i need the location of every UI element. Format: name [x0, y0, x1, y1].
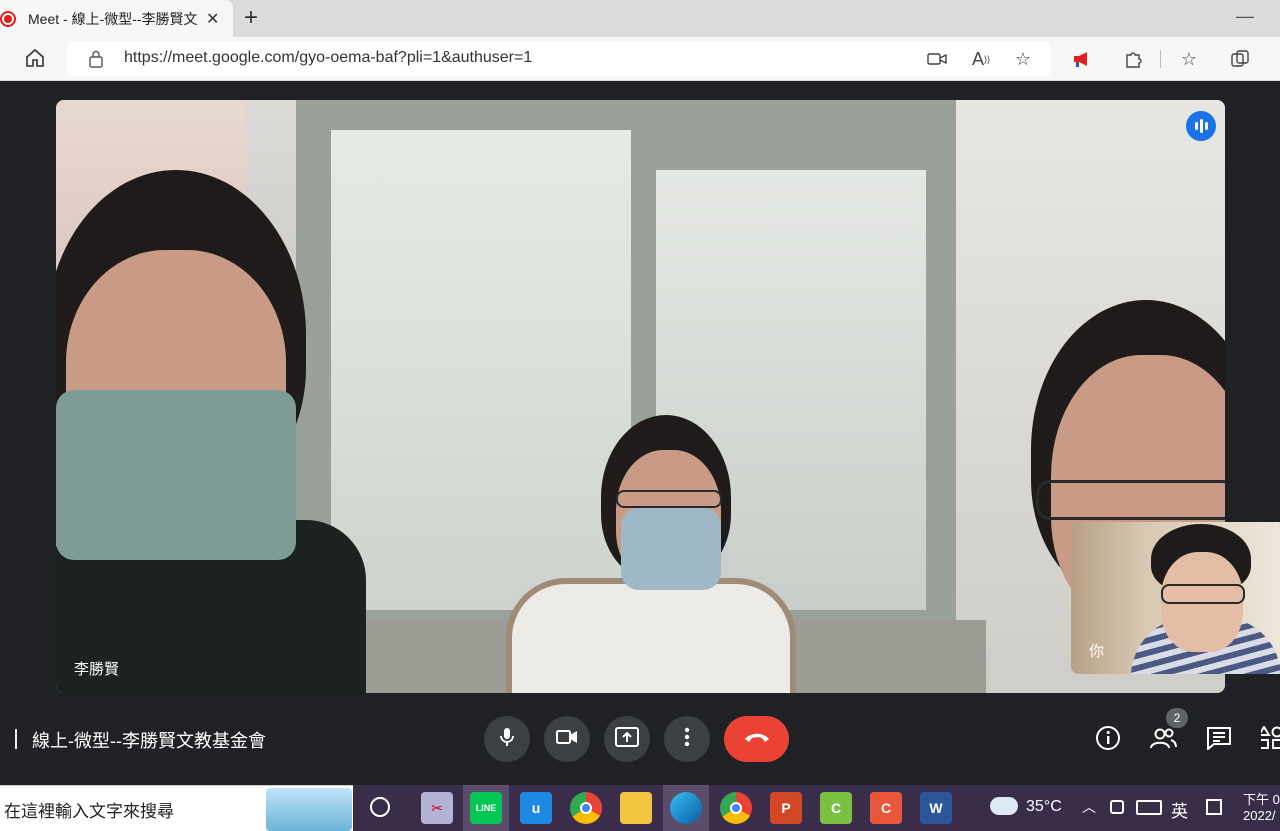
- clock-date[interactable]: 2022/: [1243, 808, 1276, 823]
- extensions-icon[interactable]: [1122, 48, 1144, 70]
- home-icon[interactable]: [24, 47, 46, 69]
- title-divider: [15, 729, 17, 749]
- meeting-info-button[interactable]: [1094, 725, 1122, 756]
- participant-mask: [621, 508, 721, 590]
- collections-icon[interactable]: [1229, 48, 1251, 70]
- present-button[interactable]: [604, 716, 650, 762]
- participant-body: [506, 578, 796, 693]
- browser-tab[interactable]: Meet - 線上-微型--李勝賢文 ✕: [0, 0, 233, 37]
- tray-chevron-icon[interactable]: ︿: [1082, 797, 1096, 817]
- video-camera-icon: [556, 729, 578, 750]
- line-app-icon[interactable]: LINE: [470, 792, 502, 824]
- chrome-profile-icon[interactable]: [720, 792, 752, 824]
- minimize-button[interactable]: —: [1236, 6, 1254, 27]
- lock-icon[interactable]: [88, 50, 104, 68]
- camtasia-red-icon[interactable]: C: [870, 792, 902, 824]
- participant-mask: [56, 390, 296, 560]
- tab-close-button[interactable]: ✕: [206, 9, 219, 29]
- participant-count-badge: 2: [1166, 708, 1188, 728]
- search-highlight-image[interactable]: [266, 788, 352, 831]
- url-text[interactable]: https://meet.google.com/gyo-oema-baf?pli…: [124, 49, 532, 67]
- info-icon: [1095, 725, 1121, 756]
- microphone-icon: [498, 726, 516, 753]
- camera-icon[interactable]: [926, 48, 948, 70]
- people-button[interactable]: [1149, 726, 1177, 754]
- main-video-tile[interactable]: [56, 100, 1225, 693]
- activities-button[interactable]: [1261, 726, 1280, 754]
- leave-call-button[interactable]: [724, 716, 789, 762]
- favorites-icon[interactable]: ☆: [1178, 48, 1200, 70]
- meeting-title: 線上-微型--李勝賢文教基金會: [32, 731, 266, 751]
- hangup-icon: [743, 730, 771, 748]
- chat-icon: [1206, 726, 1232, 755]
- self-glasses: [1161, 584, 1245, 604]
- u-app-icon[interactable]: u: [520, 792, 552, 824]
- cortana-icon[interactable]: [370, 797, 390, 817]
- chrome-icon[interactable]: [570, 792, 602, 824]
- recording-icon: [0, 10, 16, 27]
- weather-temperature[interactable]: 35°C: [1026, 798, 1062, 816]
- microphone-button[interactable]: [484, 716, 530, 762]
- camtasia-green-icon[interactable]: C: [820, 792, 852, 824]
- participant-glasses: [1036, 480, 1225, 520]
- weather-icon[interactable]: [990, 797, 1018, 815]
- favorite-add-icon[interactable]: ☆: [1012, 48, 1034, 70]
- keyboard-icon[interactable]: [1136, 800, 1162, 815]
- powerpoint-icon[interactable]: P: [770, 792, 802, 824]
- tray-device-icon[interactable]: [1110, 800, 1124, 814]
- word-icon[interactable]: W: [920, 792, 952, 824]
- participant-glasses: [616, 490, 722, 508]
- taskbar-search-placeholder[interactable]: 在這裡輸入文字來搜尋: [4, 797, 174, 822]
- camera-button[interactable]: [544, 716, 590, 762]
- participant-name-label: 李勝賢: [74, 661, 120, 678]
- present-icon: [615, 726, 639, 752]
- self-name-label: 你: [1089, 643, 1105, 660]
- people-icon: [1149, 727, 1177, 754]
- megaphone-icon[interactable]: [1071, 48, 1093, 70]
- read-aloud-icon[interactable]: A)): [970, 48, 992, 70]
- chat-button[interactable]: [1205, 726, 1233, 754]
- edge-icon[interactable]: [670, 792, 702, 824]
- file-explorer-icon[interactable]: [620, 792, 652, 824]
- speaking-indicator-icon: [1186, 111, 1216, 141]
- toolbar-divider: [1160, 50, 1161, 68]
- snipping-tool-icon[interactable]: ✂: [421, 792, 453, 824]
- clock-time[interactable]: 下午 0: [1243, 789, 1280, 808]
- more-options-button[interactable]: [664, 716, 710, 762]
- more-options-icon: [684, 727, 690, 752]
- tab-title: Meet - 線上-微型--李勝賢文: [28, 10, 198, 27]
- ime-mode-icon[interactable]: [1206, 799, 1222, 815]
- new-tab-button[interactable]: +: [244, 4, 258, 32]
- input-method-indicator[interactable]: 英: [1171, 797, 1188, 822]
- video-window-pane: [331, 130, 631, 610]
- activities-icon: [1261, 726, 1280, 754]
